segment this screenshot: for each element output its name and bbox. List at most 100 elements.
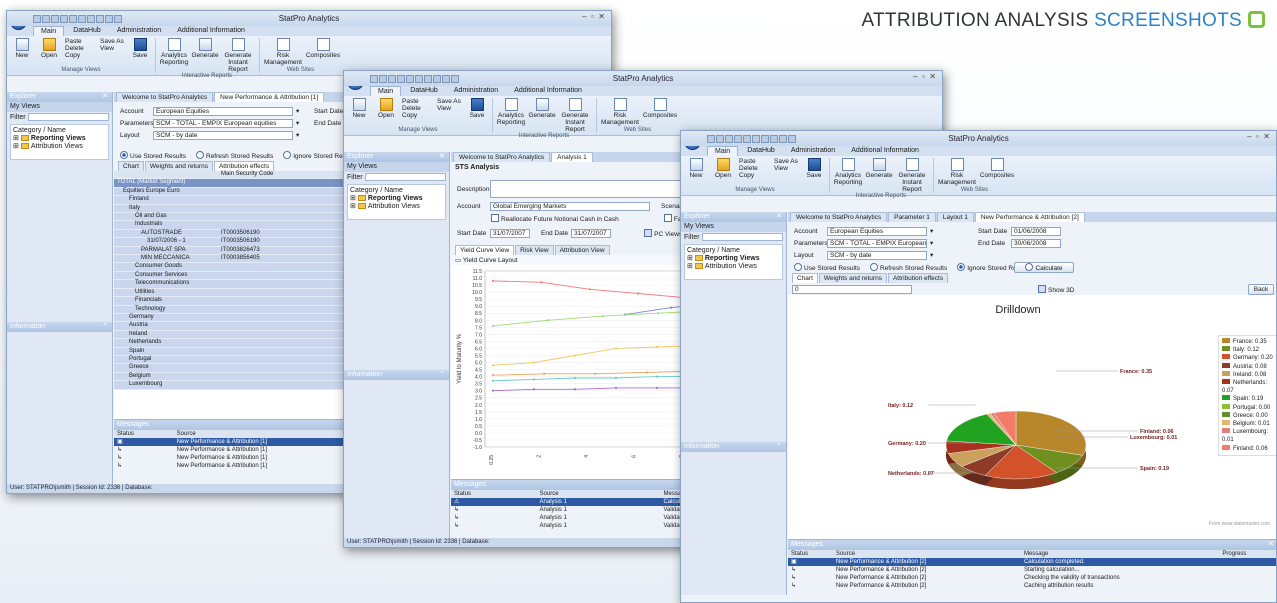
ribbon-tab[interactable]: Main <box>707 146 739 156</box>
pin-icon[interactable]: ✕ <box>1268 540 1274 550</box>
window-controls[interactable]: – ▫ ✕ <box>582 12 605 21</box>
ribbon-tab[interactable]: Main <box>33 26 65 36</box>
message-column-header[interactable]: Status <box>788 550 833 558</box>
layout-field[interactable]: SCM - by date <box>153 130 293 140</box>
message-column-header[interactable]: Source <box>832 550 1021 558</box>
collapse-icon[interactable]: ⌃ <box>102 322 108 332</box>
generate-button[interactable]: Generate <box>865 158 893 179</box>
show-3d-checkbox[interactable]: Show 3D <box>1038 285 1074 294</box>
generate-instant-report-button[interactable]: Generate Instant Report <box>895 158 929 193</box>
filter-input[interactable] <box>364 173 446 181</box>
filter-input[interactable] <box>701 233 783 241</box>
message-column-header[interactable]: Status <box>451 490 537 498</box>
delete-button[interactable]: Delete <box>402 105 421 112</box>
paste-button[interactable]: Paste <box>739 158 756 165</box>
view-tab[interactable]: Attribution effects <box>887 273 949 283</box>
composites-button[interactable]: Composites <box>306 38 340 59</box>
ribbon-tab[interactable]: Main <box>370 86 402 96</box>
use-stored-radio[interactable]: Use Stored Results <box>794 263 860 272</box>
tree-item-reporting-views[interactable]: ⊞ Reporting Views <box>687 255 780 263</box>
view-tab[interactable]: Weights and returns <box>144 161 213 171</box>
filter-input[interactable] <box>27 113 109 121</box>
account-field[interactable]: European Equities <box>827 226 927 236</box>
composites-button[interactable]: Composites <box>643 98 677 119</box>
tree-item-reporting-views[interactable]: ⊞ Reporting Views <box>350 195 443 203</box>
view-tab[interactable]: Risk View <box>515 245 554 255</box>
document-tab[interactable]: New Performance & Attribution [1] <box>214 92 325 102</box>
view-tab[interactable]: Attribution View <box>554 245 610 255</box>
view-tab[interactable]: Chart <box>118 161 144 171</box>
analytics-reporting-button[interactable]: Analytics Reporting <box>833 158 863 186</box>
ribbon-tab[interactable]: Administration <box>110 26 168 36</box>
message-column-header[interactable]: Status <box>114 430 174 438</box>
view-button[interactable]: View <box>774 165 788 172</box>
save-button[interactable]: Save <box>466 98 488 119</box>
copy-button[interactable]: Copy <box>402 112 417 119</box>
copy-button[interactable]: Copy <box>739 172 754 179</box>
ribbon-tab[interactable]: Administration <box>784 146 842 156</box>
dropdown-arrow-icon[interactable]: ▾ <box>930 251 933 259</box>
grid-column-header[interactable] <box>114 171 219 180</box>
end-date-field[interactable]: 31/07/2007 <box>571 228 612 238</box>
reallocate-checkbox[interactable]: Reallocate Future Notional Cash in Cash <box>491 214 619 223</box>
ribbon-tab[interactable]: DataHub <box>66 26 108 36</box>
end-date-field[interactable]: 30/06/2008 <box>1011 238 1061 248</box>
parameters-field[interactable]: SCM - TOTAL - EMPIX European equities <box>153 118 293 128</box>
dropdown-arrow-icon[interactable]: ▾ <box>930 239 933 247</box>
message-column-header[interactable]: Message <box>1020 550 1220 558</box>
collapse-icon[interactable]: ⌃ <box>439 370 445 380</box>
start-date-field[interactable]: 31/07/2007 <box>490 228 530 238</box>
open-button[interactable]: Open <box>38 38 60 59</box>
dropdown-arrow-icon[interactable]: ▾ <box>296 107 299 115</box>
view-tab[interactable]: Attribution effects <box>213 161 275 171</box>
account-field[interactable]: Global Emerging Markets <box>490 201 650 211</box>
save-as-button[interactable]: Save As <box>774 158 798 165</box>
window-controls[interactable]: – ▫ ✕ <box>1247 132 1270 141</box>
document-tab[interactable]: Layout 1 <box>936 212 974 222</box>
view-tab[interactable]: Yield Curve View <box>455 245 515 255</box>
dropdown-arrow-icon[interactable]: ▾ <box>296 131 299 139</box>
open-button[interactable]: Open <box>375 98 397 119</box>
message-column-header[interactable]: Source <box>536 490 661 498</box>
window-controls[interactable]: – ▫ ✕ <box>913 72 936 81</box>
risk-management-button[interactable]: Risk Management <box>600 98 640 126</box>
generate-button[interactable]: Generate <box>528 98 556 119</box>
tree-item-attribution-views[interactable]: ⊞ Attribution Views <box>13 143 106 151</box>
calculate-button[interactable]: Calculate <box>1014 262 1074 273</box>
my-views-header[interactable]: My Views <box>344 162 449 172</box>
message-row[interactable]: ▣ New Performance & Attribution [2] Calcul… <box>788 558 1276 566</box>
new-button[interactable]: New <box>11 38 33 59</box>
message-column-header[interactable]: Progress <box>1219 550 1276 558</box>
save-as-button[interactable]: Save As <box>437 98 461 105</box>
view-tab[interactable]: Chart <box>792 273 818 283</box>
view-button[interactable]: View <box>100 45 114 52</box>
document-tab[interactable]: New Performance & Attribution [2] <box>974 212 1085 222</box>
use-stored-radio[interactable]: Use Stored Results <box>120 151 186 160</box>
ribbon-tab[interactable]: DataHub <box>740 146 782 156</box>
ribbon-tab[interactable]: Administration <box>447 86 505 96</box>
document-tab[interactable]: Welcome to StatPro Analytics <box>453 152 551 162</box>
tree-item-attribution-views[interactable]: ⊞ Attribution Views <box>350 203 443 211</box>
message-row[interactable]: ↳ New Performance & Attribution [2] Checki… <box>788 574 1276 582</box>
save-as-button[interactable]: Save As <box>100 38 124 45</box>
generate-button[interactable]: Generate <box>191 38 219 59</box>
paste-button[interactable]: Paste <box>402 98 419 105</box>
refresh-stored-radio[interactable]: Refresh Stored Results <box>870 263 947 272</box>
new-button[interactable]: New <box>685 158 707 179</box>
open-button[interactable]: Open <box>712 158 734 179</box>
document-tab[interactable]: Analysis 1 <box>551 152 593 162</box>
account-field[interactable]: European Equities <box>153 106 293 116</box>
composites-button[interactable]: Composites <box>980 158 1014 179</box>
refresh-stored-radio[interactable]: Refresh Stored Results <box>196 151 273 160</box>
generate-instant-report-button[interactable]: Generate Instant Report <box>558 98 592 133</box>
new-button[interactable]: New <box>348 98 370 119</box>
my-views-header[interactable]: My Views <box>681 222 786 232</box>
analytics-reporting-button[interactable]: Analytics Reporting <box>496 98 526 126</box>
view-tab[interactable]: Weights and returns <box>818 273 887 283</box>
back-button[interactable]: Back <box>1248 283 1274 295</box>
tree-item-reporting-views[interactable]: ⊞ Reporting Views <box>13 135 106 143</box>
message-row[interactable]: ↳ New Performance & Attribution [2] Cachin… <box>788 582 1276 590</box>
save-button[interactable]: Save <box>129 38 151 59</box>
start-date-field[interactable]: 01/06/2008 <box>1011 226 1061 236</box>
delete-button[interactable]: Delete <box>739 165 758 172</box>
